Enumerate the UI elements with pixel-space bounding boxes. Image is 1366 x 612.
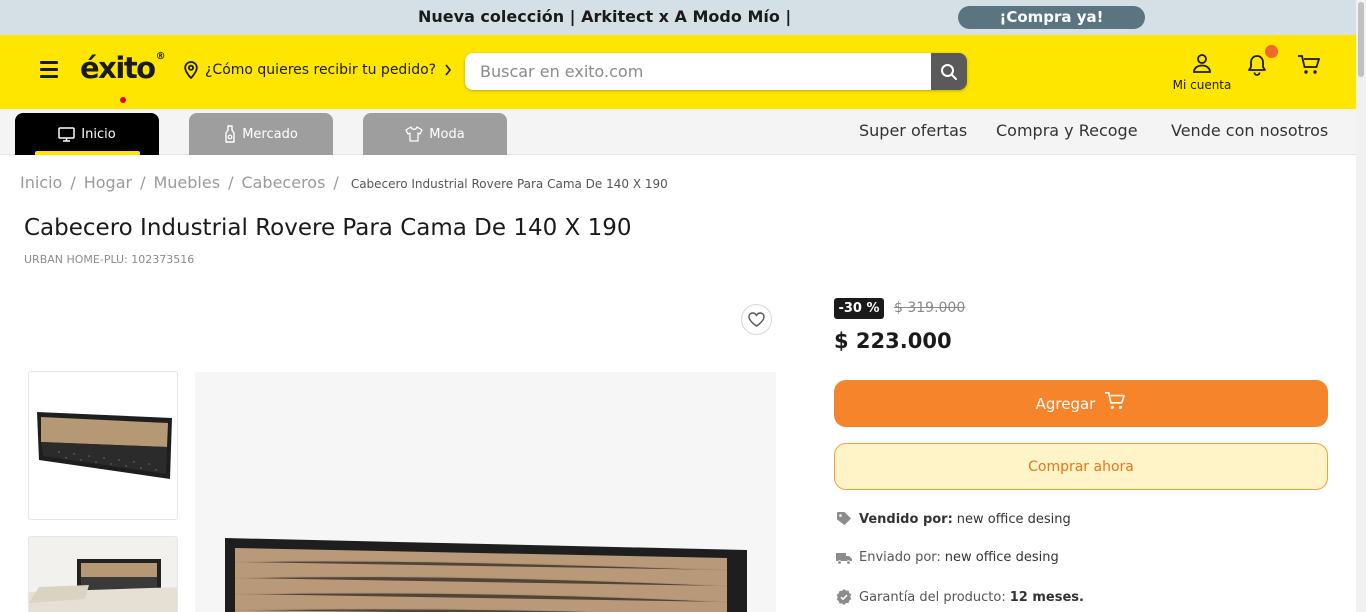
category-nav: Inicio Mercado Moda Super ofertas Compra…	[0, 109, 1356, 155]
breadcrumb-separator: /	[70, 173, 76, 192]
headboard-image	[195, 372, 776, 612]
cart-icon	[1105, 391, 1126, 409]
breadcrumb-current: Cabecero Industrial Rovere Para Cama De …	[350, 177, 668, 191]
search-icon	[941, 63, 957, 80]
page-scrollbar[interactable]	[1356, 0, 1366, 612]
nav-link-vende-con-nosotros[interactable]: Vende con nosotros	[1171, 121, 1328, 140]
tab-label: Mercado	[242, 126, 298, 142]
exito-logo[interactable]: éxito®	[80, 51, 166, 103]
promo-cta-button[interactable]: ¡Compra ya!	[958, 6, 1145, 29]
search-bar	[465, 53, 967, 90]
old-price: $ 319.000	[894, 300, 966, 316]
discount-badge: -30 %	[834, 298, 884, 319]
product-main-image[interactable]	[195, 372, 776, 612]
account-button[interactable]: Mi cuenta	[1170, 53, 1234, 92]
bell-icon	[1248, 55, 1266, 76]
breadcrumb-separator: /	[228, 173, 234, 192]
nav-link-super-ofertas[interactable]: Super ofertas	[859, 121, 967, 140]
shipped-by-label: Enviado por:	[859, 550, 941, 565]
breadcrumb: Inicio / Hogar / Muebles / Cabeceros / C…	[20, 173, 668, 192]
product-title: Cabecero Industrial Rovere Para Cama De …	[24, 215, 632, 241]
shipped-by-row: Enviado por: new office desing	[836, 550, 1059, 565]
promo-bar: Nueva colección | Arkitect x A Modo Mío …	[0, 0, 1356, 35]
breadcrumb-hogar[interactable]: Hogar	[84, 173, 132, 192]
user-icon	[1193, 54, 1211, 73]
cart-icon	[1298, 55, 1320, 74]
cart-button[interactable]	[1297, 54, 1321, 80]
add-to-cart-button[interactable]: Agregar	[834, 380, 1328, 427]
tab-label: Inicio	[81, 126, 116, 142]
tag-icon	[837, 512, 851, 525]
product-sku: URBAN HOME-PLU: 102373516	[24, 253, 195, 266]
thumbnail-2[interactable]	[28, 536, 178, 612]
headboard-thumbnail-image	[37, 412, 172, 479]
truck-icon	[836, 552, 852, 565]
site-header: éxito® ¿Cómo quieres recibir tu pedido? …	[0, 35, 1356, 109]
current-price: $ 223.000	[834, 329, 952, 353]
sold-by-row: Vendido por: new office desing	[836, 511, 1071, 527]
add-to-cart-label: Agregar	[1035, 394, 1096, 413]
breadcrumb-separator: /	[140, 173, 146, 192]
warranty-label: Garantía del producto:	[859, 589, 1006, 605]
buy-now-button[interactable]: Comprar ahora	[834, 443, 1328, 490]
monitor-icon	[58, 126, 76, 142]
shirt-icon	[405, 126, 423, 142]
sold-by-value[interactable]: new office desing	[957, 512, 1071, 527]
sold-by-label: Vendido por:	[859, 511, 953, 527]
bottle-icon	[225, 125, 235, 143]
warranty-badge-icon	[836, 589, 852, 605]
delivery-prompt: ¿Cómo quieres recibir tu pedido?	[205, 62, 437, 78]
breadcrumb-cabeceros[interactable]: Cabeceros	[241, 173, 325, 192]
shipped-by-value: new office desing	[944, 550, 1059, 565]
bed-thumbnail-image	[29, 537, 177, 612]
active-tab-indicator	[35, 151, 140, 155]
tab-mercado[interactable]: Mercado	[189, 113, 333, 155]
warranty-value: 12 meses.	[1009, 589, 1084, 605]
breadcrumb-separator: /	[333, 173, 339, 192]
tab-inicio[interactable]: Inicio	[15, 113, 159, 155]
menu-icon[interactable]	[40, 61, 58, 79]
heart-icon	[748, 312, 765, 327]
delivery-selector[interactable]: ¿Cómo quieres recibir tu pedido?	[183, 61, 458, 79]
location-pin-icon	[184, 61, 198, 79]
search-input[interactable]	[465, 53, 927, 90]
notification-dot	[1265, 45, 1278, 58]
thumbnail-1[interactable]	[28, 371, 178, 520]
nav-link-compra-y-recoge[interactable]: Compra y Recoge	[996, 121, 1138, 140]
notifications-button[interactable]	[1245, 53, 1269, 81]
breadcrumb-muebles[interactable]: Muebles	[153, 173, 220, 192]
scrollbar-thumb[interactable]	[1358, 2, 1364, 77]
promo-text: Nueva colección | Arkitect x A Modo Mío …	[418, 7, 792, 26]
account-label: Mi cuenta	[1172, 78, 1232, 92]
search-button[interactable]	[931, 53, 967, 90]
favorite-button[interactable]	[741, 304, 772, 335]
tab-label: Moda	[429, 126, 465, 142]
logo-dot	[120, 97, 126, 103]
breadcrumb-inicio[interactable]: Inicio	[20, 173, 62, 192]
tab-moda[interactable]: Moda	[363, 113, 507, 155]
warranty-row: Garantía del producto: 12 meses.	[836, 589, 1088, 605]
chevron-right-icon	[445, 64, 452, 76]
